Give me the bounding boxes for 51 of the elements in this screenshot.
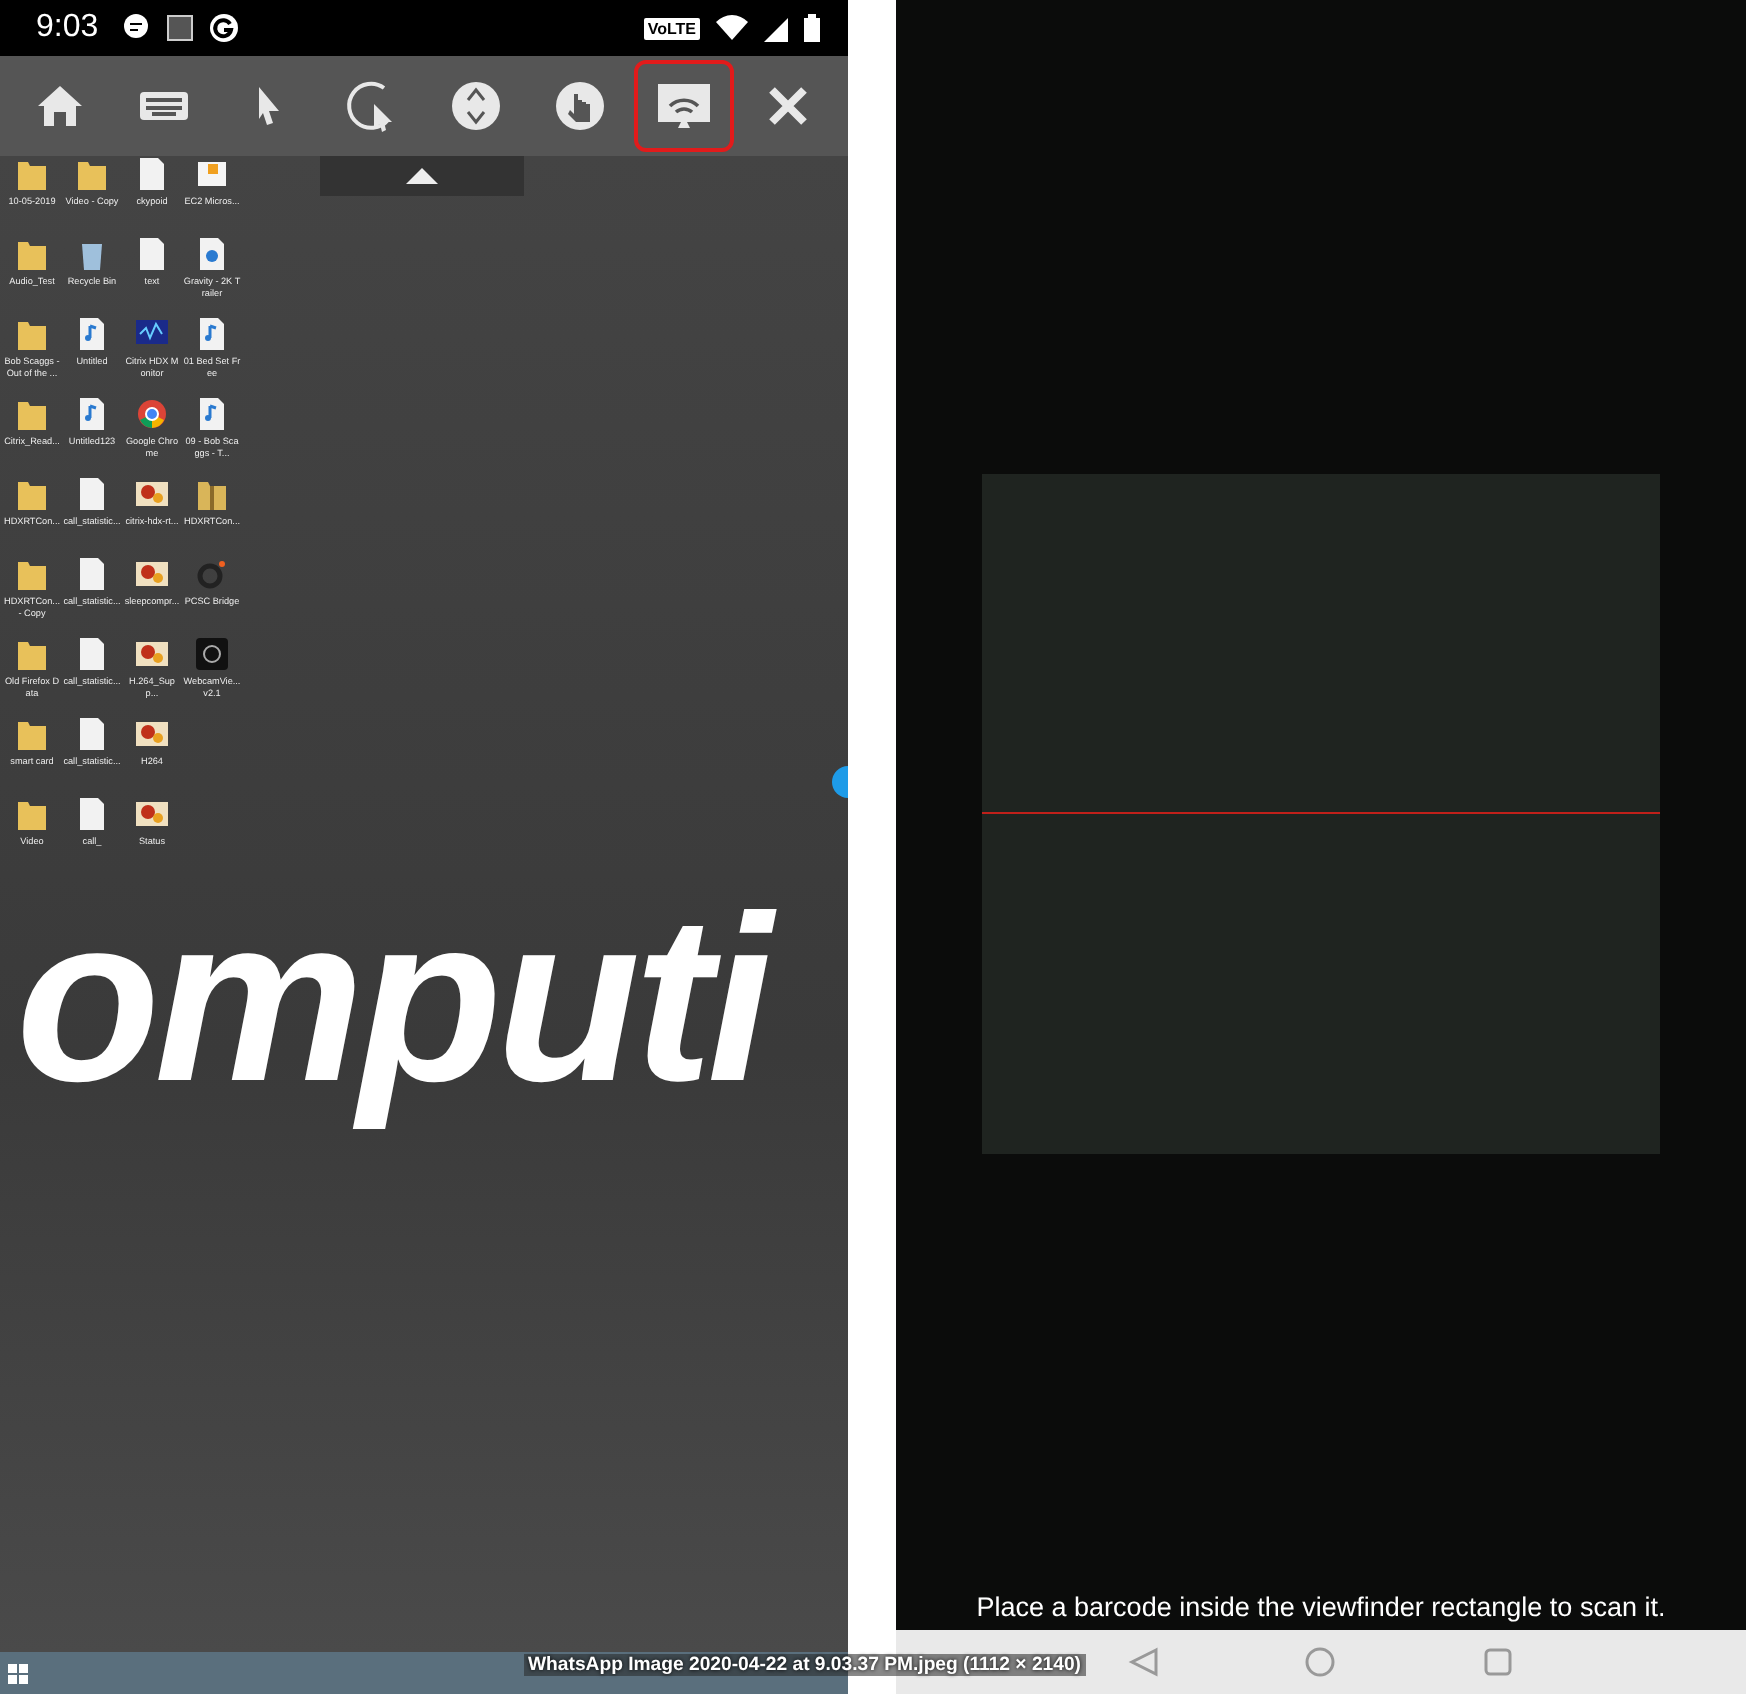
up-caret-icon [406, 168, 438, 184]
google-icon [210, 14, 239, 42]
folder-icon [16, 316, 48, 352]
scroll-icon [448, 78, 504, 134]
clock-time: 9:03 [36, 10, 99, 46]
collapse-tab[interactable] [320, 156, 524, 196]
chrome-icon [136, 396, 168, 432]
wifi-icon [716, 14, 748, 42]
folder-icon [16, 396, 48, 432]
audio-file-icon [196, 396, 228, 432]
message-icon [122, 14, 151, 42]
image-file-icon [136, 636, 168, 672]
audio-file-icon [76, 316, 108, 352]
cursor-icon [257, 86, 279, 126]
audio-file-icon [76, 396, 108, 432]
scan-hint: Place a barcode inside the viewfinder rectangle to scan it. [976, 1592, 1666, 1622]
document-icon [76, 636, 108, 672]
document-icon [76, 716, 108, 752]
image-file-icon [136, 476, 168, 512]
audio-file-icon [196, 316, 228, 352]
document-icon [136, 236, 168, 272]
folder-icon [76, 156, 108, 192]
volte-badge: VoLTE [643, 17, 700, 39]
document-icon [76, 796, 108, 832]
windows-logo-icon[interactable] [8, 1663, 28, 1683]
wallpaper-text: omputi [8, 860, 795, 1144]
toolbar-button[interactable] [634, 60, 734, 152]
cast-screen-icon [656, 78, 712, 134]
folder-icon [16, 156, 48, 192]
document-icon [76, 556, 108, 592]
image-file-icon [136, 716, 168, 752]
folder-icon [16, 796, 48, 832]
folder-icon [16, 236, 48, 272]
folder-icon [16, 636, 48, 672]
folder-icon [196, 476, 228, 512]
webcam-icon [196, 636, 228, 672]
folder-icon [16, 716, 48, 752]
notification-icon [166, 14, 195, 42]
document-icon [136, 156, 168, 192]
folder-icon [16, 556, 48, 592]
signal-icon [764, 14, 788, 42]
media-file-icon [196, 236, 228, 272]
battery-icon [804, 14, 820, 42]
image-file-icon [136, 796, 168, 832]
image-caption: WhatsApp Image 2020-04-22 at 9.03.37 PM.jpeg (1112 × 2140) [524, 1654, 1085, 1676]
document-icon [76, 476, 108, 512]
image-file-icon [136, 556, 168, 592]
folder-icon [16, 476, 48, 512]
ring-icon [196, 556, 228, 592]
document-icon [196, 156, 228, 192]
touch-icon [552, 78, 608, 134]
